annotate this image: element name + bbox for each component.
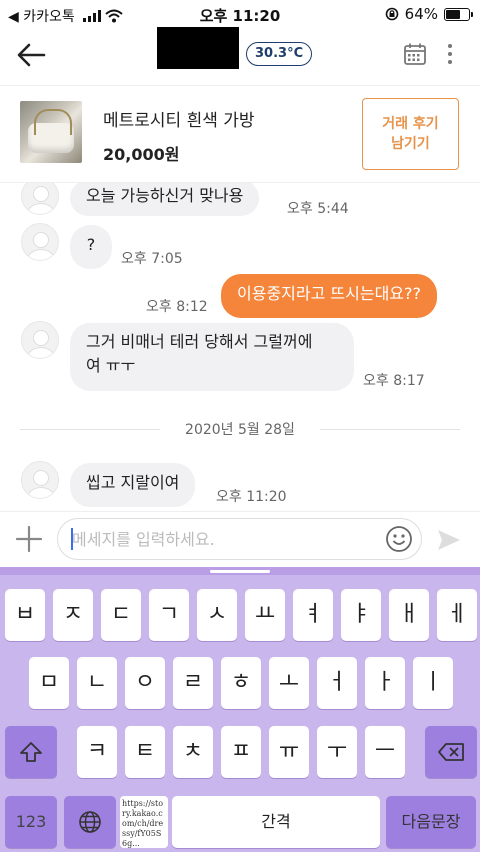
message-line: 여 ㅠㅜ [86,356,136,375]
back-arrow-icon[interactable] [14,40,48,70]
key-ㅇ[interactable]: ㅇ [125,657,165,709]
manner-temperature-badge[interactable]: 30.3°C [246,42,313,66]
key-ㅡ[interactable]: ㅡ [365,726,405,778]
return-key[interactable]: 다음문장 [386,796,476,848]
message-time: 오후 7:05 [121,251,183,267]
key-ㅋ[interactable]: ㅋ [77,726,117,778]
key-ㅕ[interactable]: ㅕ [293,589,333,641]
key-ㅌ[interactable]: ㅌ [125,726,165,778]
emoji-icon[interactable] [385,525,413,553]
key-ㅜ[interactable]: ㅜ [317,726,357,778]
key-ㅁ[interactable]: ㅁ [29,657,69,709]
keyboard-grip[interactable] [210,570,270,573]
url-suggestion[interactable]: https://story.kakao.com/ch/dressy/fY05S6… [120,796,168,848]
message-time: 오후 11:20 [216,489,287,505]
key-ㅍ[interactable]: ㅍ [221,726,261,778]
avatar[interactable] [21,321,59,359]
avatar[interactable] [21,461,59,499]
attach-plus-icon[interactable] [14,524,44,554]
message-time: 오후 8:17 [363,373,425,389]
message-time: 오후 8:12 [146,299,208,315]
send-icon[interactable] [436,527,462,553]
chat-header: 30.3°C [0,27,480,80]
key-ㅊ[interactable]: ㅊ [173,726,213,778]
key-ㅅ[interactable]: ㅅ [197,589,237,641]
key-ㅑ[interactable]: ㅑ [341,589,381,641]
shift-icon [20,742,42,762]
battery-icon [444,7,473,21]
message-input[interactable] [57,518,422,560]
calendar-icon[interactable] [403,42,427,66]
numbers-key[interactable]: 123 [5,796,57,848]
product-title: 메트로시티 흰색 가방 [103,111,255,131]
key-ㄱ[interactable]: ㄱ [149,589,189,641]
product-price: 20,000원 [103,145,180,164]
globe-icon [79,811,101,833]
globe-key[interactable] [64,796,116,848]
message-bubble: 그거 비매너 테러 당해서 그럴꺼에 여 ㅠㅜ [70,323,354,391]
avatar[interactable] [21,223,59,261]
keyboard: ㅂ ㅈ ㄷ ㄱ ㅅ ㅛ ㅕ ㅑ ㅐ ㅔ ㅁ ㄴ ㅇ ㄹ ㅎ ㅗ ㅓ ㅏ ㅣ ㅋ … [0,567,480,852]
key-ㄴ[interactable]: ㄴ [77,657,117,709]
backspace-icon [438,743,464,761]
review-button-line-2: 남기기 [391,136,430,152]
key-ㅎ[interactable]: ㅎ [221,657,261,709]
redacted-username [157,27,239,69]
my-message-bubble: 이용중지라고 뜨시는대요?? [221,274,437,318]
key-ㅂ[interactable]: ㅂ [5,589,45,641]
review-button-line-1: 거래 후기 [382,116,439,132]
battery-percent: 64% [404,5,438,23]
shift-key[interactable] [5,726,57,778]
key-ㅔ[interactable]: ㅔ [437,589,477,641]
message-bubble: 씹고 지랄이여 [70,463,196,507]
write-review-button[interactable]: 거래 후기 남기기 [362,98,459,170]
keyboard-top-bar [0,567,480,575]
backspace-key[interactable] [425,726,477,778]
status-bar: ◀ 카카오톡 오후 11:20 64% [0,0,480,30]
key-ㅠ[interactable]: ㅠ [269,726,309,778]
message-time: 오후 5:44 [287,201,349,217]
message-bubble: 오늘 가능하신거 맞나용 [70,183,260,216]
date-separator: 2020년 5월 28일 [20,419,460,439]
space-key[interactable]: 간격 [172,796,380,848]
key-ㅐ[interactable]: ㅐ [389,589,429,641]
message-bubble: ? [70,225,112,269]
key-ㅈ[interactable]: ㅈ [53,589,93,641]
more-vertical-icon[interactable] [441,42,459,66]
key-ㅛ[interactable]: ㅛ [245,589,285,641]
key-ㅓ[interactable]: ㅓ [317,657,357,709]
message-line: 그거 비매너 테러 당해서 그럴꺼에 [86,332,313,351]
key-ㅣ[interactable]: ㅣ [413,657,453,709]
key-ㅏ[interactable]: ㅏ [365,657,405,709]
key-ㄷ[interactable]: ㄷ [101,589,141,641]
key-ㅗ[interactable]: ㅗ [269,657,309,709]
message-input-bar [0,511,480,567]
battery-fill [446,9,461,19]
rotation-lock-icon [385,7,398,21]
avatar[interactable] [21,183,59,215]
divider [320,429,460,430]
product-bar[interactable]: 메트로시티 흰색 가방 20,000원 거래 후기 남기기 [0,85,480,183]
text-cursor [71,528,73,550]
chat-messages: 오늘 가능하신거 맞나용 오후 5:44 ? 오후 7:05 오후 8:12 이… [0,183,480,511]
key-ㄹ[interactable]: ㄹ [173,657,213,709]
product-thumbnail[interactable] [20,101,82,163]
